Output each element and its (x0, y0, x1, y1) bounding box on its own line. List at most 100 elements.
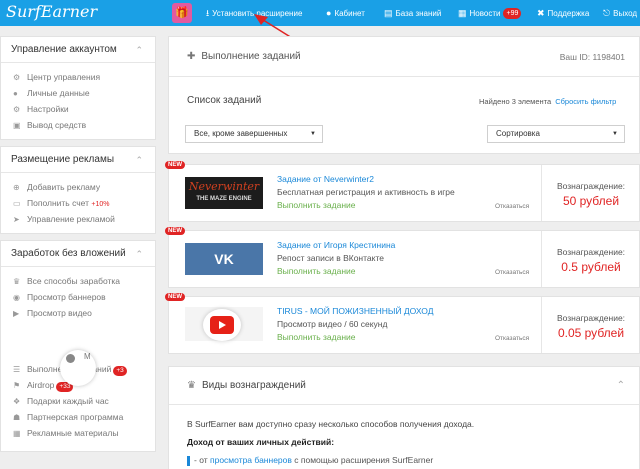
rewards-panel: ♛ Виды вознаграждений ⌃ В SurfEarner вам д… (168, 366, 640, 469)
sidebar-item-settings[interactable]: ⚙ Настройки (1, 101, 155, 117)
divider (541, 165, 542, 221)
banners-link[interactable]: просмотра баннеров (210, 455, 292, 465)
task-title-link[interactable]: Задание от Игоря Крестинина (277, 240, 395, 250)
spinner-dot (66, 354, 75, 363)
page-title: Выполнение заданий (201, 51, 301, 62)
send-icon: ➤ (13, 215, 20, 224)
collapse-icon[interactable]: ⌃ (135, 241, 143, 267)
sidebar-item-all-ways[interactable]: ♛ Все способы заработка (1, 273, 155, 289)
task-thumbnail[interactable]: Neverwinter THE MAZE ENGINE (185, 177, 263, 209)
sidebar-item-personal[interactable]: ● Личные данные (1, 85, 155, 101)
gear-icon: ⚙ (13, 105, 21, 114)
puzzle-icon: ✚ (187, 51, 196, 62)
dashboard-icon: ⚙ (13, 73, 21, 82)
sidebar-item-withdraw[interactable]: ▣ Вывод средств (1, 117, 155, 133)
panel-header[interactable]: ♛ Виды вознаграждений ⌃ (169, 367, 639, 405)
tasks-badge: +3 (113, 366, 127, 376)
list-icon: ☰ (13, 365, 21, 374)
news-icon: ▦ (458, 8, 467, 18)
play-icon: ▶ (13, 309, 20, 318)
tasks-panel: ✚ Выполнение заданий Ваш ID: 1198401 Списо… (168, 36, 640, 154)
sidebar: Управление аккаунтом ⌃ ⚙ Центр управления … (0, 36, 156, 458)
sidebar-earn-section: Заработок без вложений ⌃ ♛ Все способы зар… (0, 240, 156, 452)
reset-filter-link[interactable]: Сбросить фильтр (555, 97, 616, 106)
task-title-link[interactable]: Задание от Neverwinter2 (277, 174, 374, 184)
task-thumbnail[interactable] (185, 307, 263, 341)
filter-select[interactable]: Все, кроме завершенных ▼ (185, 125, 323, 143)
wallet-icon: ▭ (13, 199, 21, 208)
airdrop-icon: ⚑ (13, 381, 21, 390)
accent-bar (187, 455, 190, 466)
sidebar-item-materials[interactable]: ▦ Рекламные материалы (1, 425, 155, 441)
nav-knowledge-base[interactable]: ▤ База знаний (384, 0, 441, 26)
rewards-subtitle: Доход от ваших личных действий: (187, 437, 335, 447)
task-description: Бесплатная регистрация и активность в иг… (277, 187, 455, 197)
sidebar-item-gifts[interactable]: ❖ Подарки каждый час (1, 393, 155, 409)
sidebar-item-banners[interactable]: ◉ Просмотр баннеров (1, 289, 155, 305)
sidebar-item-topup[interactable]: ▭ Пополнить счет +10% (1, 195, 155, 211)
task-title-link[interactable]: TIRUS - МОЙ ПОЖИЗНЕННЫЙ ДОХОД (277, 306, 433, 316)
sidebar-item-video[interactable]: ▶ Просмотр видео (1, 305, 155, 321)
book-icon: ▤ (384, 8, 393, 18)
news-badge: +99 (503, 8, 522, 20)
nav-news[interactable]: ▦ Новости +99 (458, 0, 522, 26)
sidebar-account-section: Управление аккаунтом ⌃ ⚙ Центр управления … (0, 36, 156, 140)
reward-label: Вознаграждение: (556, 181, 626, 191)
sidebar-item-add-ad[interactable]: ⊕ Добавить рекламу (1, 179, 155, 195)
nav-support[interactable]: ✖ Поддержка (537, 0, 589, 26)
section-header[interactable]: Управление аккаунтом ⌃ (1, 37, 155, 63)
sidebar-item-partner[interactable]: ☗ Партнерская программа (1, 409, 155, 425)
card-icon: ▣ (13, 121, 21, 130)
decline-link[interactable]: Отказаться (495, 203, 529, 210)
rewards-line: - от просмотра баннеров с помощью расшир… (187, 455, 433, 466)
divider (541, 297, 542, 353)
list-title: Список заданий (187, 95, 262, 106)
found-count: Найдено 3 элемента Сбросить фильтр (479, 97, 617, 106)
reward-value: 0.05 рублей (557, 326, 625, 340)
rewards-intro: В SurfEarner вам доступно сразу нескольк… (187, 419, 475, 429)
gift-icon: ❖ (13, 397, 21, 406)
new-badge: NEW (165, 161, 185, 169)
collapse-icon[interactable]: ⌃ (135, 37, 143, 63)
partner-icon: ☗ (13, 413, 21, 422)
vk-icon: VK (214, 251, 234, 267)
task-card: NEW Neverwinter THE MAZE ENGINE Задание … (165, 161, 640, 222)
trophy-icon: ♛ (13, 277, 21, 286)
reward-value: 0.5 рублей (561, 260, 621, 274)
youtube-icon (210, 316, 234, 334)
sidebar-item-dashboard[interactable]: ⚙ Центр управления (1, 69, 155, 85)
task-description: Просмотр видео / 60 секунд (277, 319, 388, 329)
section-header[interactable]: Размещение рекламы ⌃ (1, 147, 155, 173)
section-header[interactable]: Заработок без вложений ⌃ (1, 241, 155, 267)
user-icon: ● (13, 89, 18, 98)
gift-icon[interactable]: 🎁 (172, 3, 192, 23)
eye-icon: ◉ (13, 293, 20, 302)
user-id: Ваш ID: 1198401 (559, 52, 625, 62)
new-badge: NEW (165, 227, 185, 235)
decline-link[interactable]: Отказаться (495, 335, 529, 342)
chevron-down-icon: ▼ (612, 131, 618, 137)
task-description: Репост записи в ВКонтакте (277, 253, 384, 263)
trophy-icon: ♛ (187, 380, 196, 391)
reward-label: Вознаграждение: (556, 247, 626, 257)
nav-logout[interactable]: ⎋ Выход (603, 0, 637, 26)
do-task-link[interactable]: Выполнить задание (277, 332, 356, 342)
sort-select[interactable]: Сортировка ▼ (487, 125, 625, 143)
collapse-icon[interactable]: ⌃ (135, 147, 143, 173)
support-icon: ✖ (537, 8, 545, 18)
sidebar-item-manage-ads[interactable]: ➤ Управление рекламой (1, 211, 155, 227)
logo[interactable]: SurfEarner (6, 2, 97, 21)
logout-icon: ⎋ (603, 8, 611, 18)
reward-value: 50 рублей (562, 194, 620, 208)
panel-header: ✚ Выполнение заданий Ваш ID: 1198401 (169, 37, 639, 77)
download-icon: ⭳ (206, 8, 210, 18)
do-task-link[interactable]: Выполнить задание (277, 200, 356, 210)
decline-link[interactable]: Отказаться (495, 269, 529, 276)
sidebar-ads-section: Размещение рекламы ⌃ ⊕ Добавить рекламу ▭ П… (0, 146, 156, 234)
divider (541, 231, 542, 287)
task-card: NEW TIRUS - МОЙ ПОЖИЗНЕННЫЙ ДОХОД Просмо… (165, 293, 640, 354)
do-task-link[interactable]: Выполнить задание (277, 266, 356, 276)
reward-label: Вознаграждение: (556, 313, 626, 323)
collapse-icon[interactable]: ⌃ (617, 367, 625, 405)
task-thumbnail[interactable]: VK (185, 243, 263, 275)
